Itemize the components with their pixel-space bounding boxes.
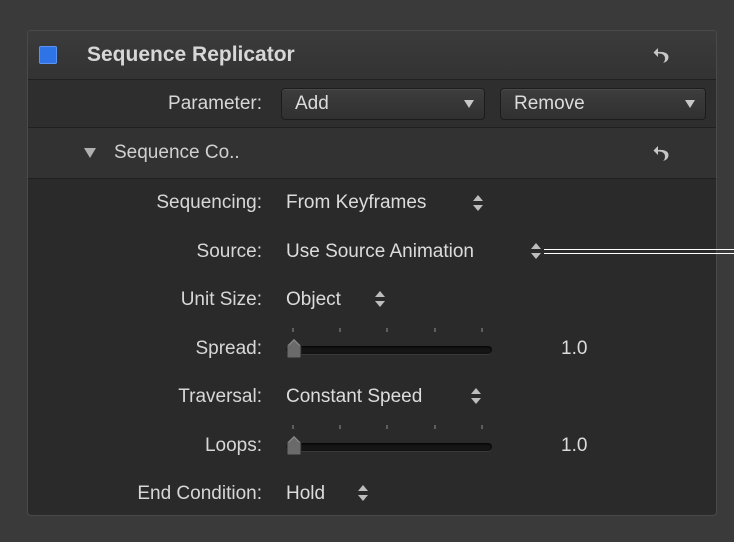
chevron-down-icon (685, 100, 695, 108)
traversal-label: Traversal: (178, 386, 262, 407)
loops-value[interactable]: 1.0 (561, 435, 587, 457)
up-down-stepper-icon[interactable] (471, 388, 481, 404)
sequencing-value[interactable]: From Keyframes (286, 192, 426, 214)
add-parameter-popup[interactable]: Add (281, 88, 485, 120)
panel-header: Sequence Replicator (28, 31, 716, 80)
spread-label: Spread: (195, 338, 262, 359)
chevron-down-icon (464, 100, 474, 108)
add-parameter-value: Add (295, 93, 329, 114)
spread-slider[interactable] (286, 346, 492, 354)
remove-parameter-value: Remove (514, 93, 585, 114)
reset-icon[interactable] (652, 45, 672, 65)
sequencing-label: Sequencing: (156, 192, 262, 213)
loops-slider[interactable] (286, 443, 492, 451)
window-background: Sequence Replicator Parameter: Add Remov… (0, 0, 734, 542)
loops-label: Loops: (204, 435, 262, 456)
unit-size-value[interactable]: Object (286, 289, 341, 311)
panel-title: Sequence Replicator (87, 43, 295, 66)
traversal-value[interactable]: Constant Speed (286, 386, 422, 408)
spread-slider-thumb[interactable] (284, 337, 304, 359)
remove-parameter-popup[interactable]: Remove (500, 88, 706, 120)
up-down-stepper-icon[interactable] (531, 243, 541, 259)
enable-checkbox[interactable] (39, 46, 57, 64)
up-down-stepper-icon[interactable] (375, 291, 385, 307)
loops-slider-ticks (292, 425, 492, 431)
sequence-control-group-row[interactable]: Sequence Co.. (28, 128, 716, 179)
callout-line (544, 249, 734, 254)
group-title: Sequence Co.. (114, 142, 240, 163)
source-label: Source: (196, 241, 262, 262)
end-condition-label: End Condition: (137, 483, 262, 504)
up-down-stepper-icon[interactable] (473, 195, 483, 211)
spread-slider-ticks (292, 328, 492, 334)
end-condition-value[interactable]: Hold (286, 483, 325, 505)
disclosure-triangle-icon[interactable] (84, 148, 96, 158)
reset-icon[interactable] (652, 143, 672, 163)
unit-size-label: Unit Size: (180, 289, 262, 310)
spread-value[interactable]: 1.0 (561, 338, 587, 360)
source-value[interactable]: Use Source Animation (286, 241, 474, 263)
up-down-stepper-icon[interactable] (358, 485, 368, 501)
loops-slider-thumb[interactable] (284, 434, 304, 456)
sequence-replicator-panel: Sequence Replicator Parameter: Add Remov… (27, 30, 717, 516)
parameter-row: Parameter: Add Remove (28, 80, 716, 128)
parameter-label: Parameter: (168, 93, 262, 114)
